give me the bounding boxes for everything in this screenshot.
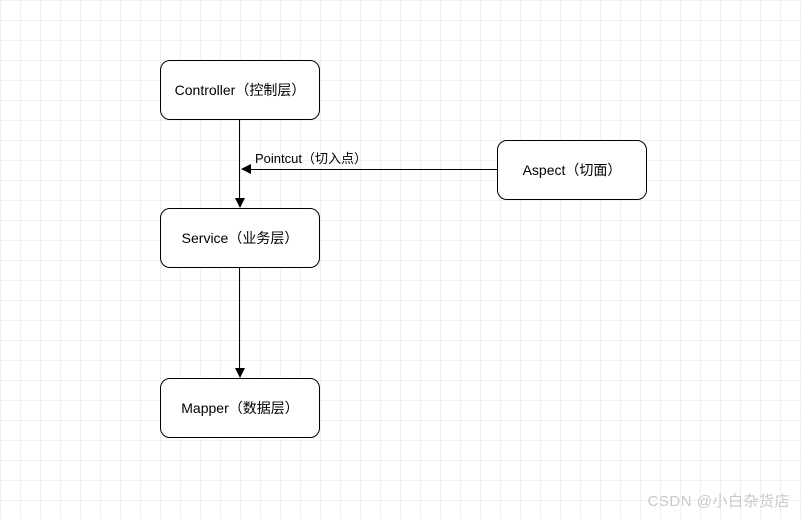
arrow-aspect-to-pointcut-line xyxy=(250,169,497,170)
node-aspect: Aspect（切面） xyxy=(497,140,647,200)
node-controller: Controller（控制层） xyxy=(160,60,320,120)
arrow-aspect-to-pointcut-head xyxy=(241,164,251,174)
arrow-controller-to-service-line xyxy=(239,120,240,200)
node-service-label: Service（业务层） xyxy=(182,228,299,248)
arrow-service-to-mapper-head xyxy=(235,368,245,378)
arrow-service-to-mapper-line xyxy=(239,268,240,370)
watermark: CSDN @小白杂货店 xyxy=(648,490,790,511)
edge-pointcut-label: Pointcut（切入点） xyxy=(255,148,367,167)
node-controller-label: Controller（控制层） xyxy=(175,80,306,100)
node-mapper: Mapper（数据层） xyxy=(160,378,320,438)
arrow-controller-to-service-head xyxy=(235,198,245,208)
node-mapper-label: Mapper（数据层） xyxy=(181,398,298,418)
node-service: Service（业务层） xyxy=(160,208,320,268)
node-aspect-label: Aspect（切面） xyxy=(523,160,622,180)
